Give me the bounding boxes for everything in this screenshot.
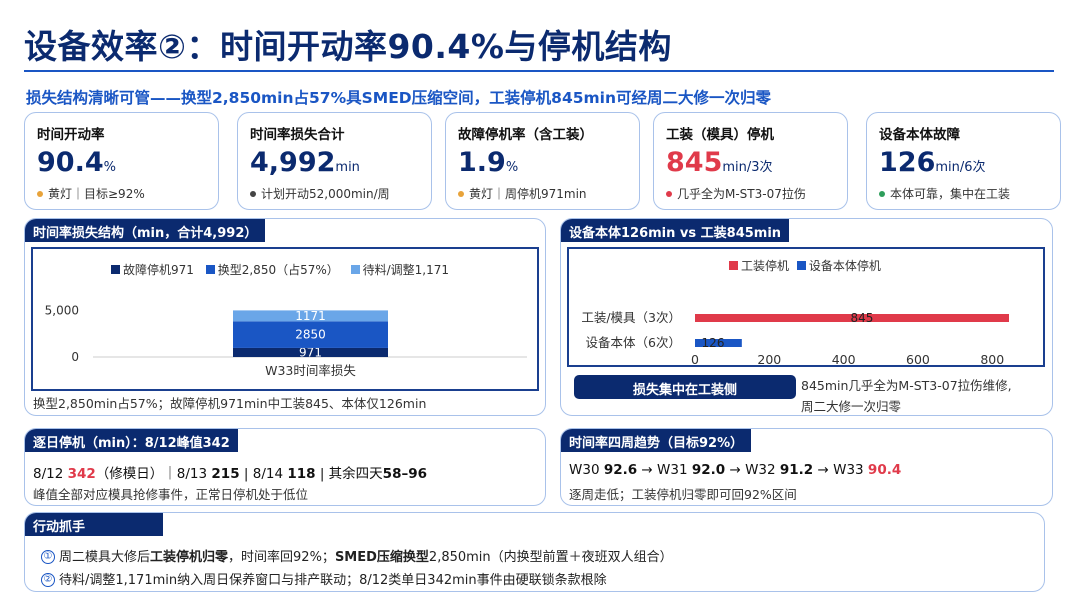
y-tick-label: 工装/模具（3次） xyxy=(581,310,681,325)
data-label: 845 xyxy=(851,311,874,325)
stacked-bar-chart-frame: 故障停机971 换型2,850（占57%） 待料/调整1,171 0 5,000 9… xyxy=(31,247,539,391)
kpi-value: 1.9 xyxy=(458,147,506,178)
data-label: 2850 xyxy=(295,328,326,342)
kpi-note: 几乎全为M-ST3-07拉伤 xyxy=(677,187,806,201)
kpi-value: 126 xyxy=(879,147,936,178)
horizontal-bar-chart: 工装/模具（3次） 设备本体（6次） 845 1260 200 400 600 800 xyxy=(581,310,1009,365)
x-tick-label: W33时间率损失 xyxy=(265,363,356,378)
kpi-card-tooling-downtime: 工装（模具）停机 845min/3次 几乎全为M-ST3-07拉伤 xyxy=(653,112,848,210)
panel-header: 逐日停机（min）：8/12峰值342 xyxy=(25,429,238,452)
kpi-label: 工装（模具）停机 xyxy=(666,127,774,143)
x-tick-label: 0 xyxy=(691,352,699,365)
panel-header: 设备本体126min vs 工装845min xyxy=(561,219,790,242)
trend-panel: 时间率四周趋势（目标92%） W30 92.6 → W31 92.0 → W32… xyxy=(560,428,1053,506)
panel-header: 时间率四周趋势（目标92%） xyxy=(561,429,752,452)
trend-values-line: W30 92.6 → W31 92.0 → W32 91.2 → W33 90.… xyxy=(569,462,902,478)
kpi-unit: min xyxy=(335,160,360,175)
kpi-card-equipment-failure: 设备本体故障 126min/6次 本体可靠，集中在工装 xyxy=(866,112,1061,210)
kpi-value: 845 xyxy=(666,147,723,178)
kpi-unit: % xyxy=(505,160,519,175)
kpi-label: 设备本体故障 xyxy=(879,127,960,143)
status-dot-icon xyxy=(250,190,256,197)
number-one-icon: ① xyxy=(41,549,55,564)
title-divider xyxy=(24,70,1054,72)
y-tick-label: 5,000 xyxy=(45,303,79,317)
status-dot-icon xyxy=(666,190,672,197)
loss-focus-button[interactable]: 损失集中在工装侧 xyxy=(574,375,796,399)
loss-structure-panel: 时间率损失结构（min，合计4,992） 故障停机971 换型2,850（占57… xyxy=(24,218,546,416)
x-tick-label: 400 xyxy=(832,352,856,365)
y-tick-label: 0 xyxy=(71,350,79,364)
horizontal-bar-chart-frame: 工装停机 设备本体停机 工装/模具（3次） 设备本体（6次） 845 126 0 200 4… xyxy=(567,247,1045,367)
panel-header: 行动抓手 xyxy=(25,513,163,536)
number-two-icon: ② xyxy=(41,572,55,587)
kpi-card-total-loss: 时间率损失合计 4,992min 计划开动52,000min/周 xyxy=(237,112,432,210)
page-subtitle: 损失结构清晰可管——换型2,850min占57%具SMED压缩空间，工装停机84… xyxy=(26,89,772,107)
status-dot-icon xyxy=(879,190,885,197)
kpi-note: 黄灯｜目标≥92% xyxy=(48,187,145,201)
y-tick-label: 设备本体（6次） xyxy=(586,335,681,350)
data-label: 126 xyxy=(702,336,725,350)
kpi-value: 90.4 xyxy=(37,147,104,178)
x-tick-label: 600 xyxy=(906,352,930,365)
daily-values-line: 8/12 342（修模日）｜8/13 215 | 8/14 118 | 其余四天… xyxy=(33,466,427,482)
action-item-1: ① 周二模具大修后工装停机归零，时间率回92%；SMED压缩换型2,850min（… xyxy=(41,546,673,565)
loss-caption: 换型2,850min占57%；故障停机971min中工装845、本体仅126mi… xyxy=(33,396,427,411)
kpi-note: 计划开动52,000min/周 xyxy=(261,187,390,201)
kpi-card-operating-rate: 时间开动率 90.4% 黄灯｜目标≥92% xyxy=(24,112,219,210)
compare-note-line2: 周二大修一次归零 xyxy=(801,399,902,414)
status-dot-icon xyxy=(458,190,464,197)
daily-downtime-panel: 逐日停机（min）：8/12峰值342 8/12 342（修模日）｜8/13 2… xyxy=(24,428,546,506)
kpi-card-failure-rate: 故障停机率（含工装） 1.9% 黄灯｜周停机971min xyxy=(445,112,640,210)
kpi-unit: % xyxy=(103,160,116,175)
kpi-unit: min/6次 xyxy=(935,160,986,175)
panel-header: 时间率损失结构（min，合计4,992） xyxy=(25,219,266,242)
kpi-note: 本体可靠，集中在工装 xyxy=(890,187,1011,201)
kpi-value: 4,992 xyxy=(250,147,336,178)
page-title: 设备效率②：时间开动率90.4%与停机结构 xyxy=(24,27,672,66)
x-tick-label: 800 xyxy=(980,352,1004,365)
kpi-label: 故障停机率（含工装） xyxy=(458,127,593,143)
peak-value: 342 xyxy=(67,466,96,482)
kpi-label: 时间开动率 xyxy=(37,127,105,143)
x-tick-label: 200 xyxy=(757,352,781,365)
compare-note-line1: 845min几乎全为M-ST3-07拉伤维修, xyxy=(801,378,1012,393)
data-label: 1171 xyxy=(295,309,326,323)
status-dot-icon xyxy=(37,190,43,197)
action-item-2: ② 待料/调整1,171min纳入周日保养窗口与排产联动；8/12类单日342mi… xyxy=(41,569,607,588)
current-week-value: 90.4 xyxy=(867,462,902,478)
stacked-bar-chart: 05,00097128501171W33时间率损失 xyxy=(45,303,527,378)
trend-caption: 逐周走低；工装停机归零即可回92%区间 xyxy=(569,487,797,502)
compare-panel: 设备本体126min vs 工装845min 工装停机 设备本体停机 工装/模具… xyxy=(560,218,1053,416)
actions-panel: 行动抓手 ① 周二模具大修后工装停机归零，时间率回92%；SMED压缩换型2,85… xyxy=(24,512,1045,592)
kpi-label: 时间率损失合计 xyxy=(250,127,345,143)
daily-caption: 峰值全部对应模具抢修事件，正常日停机处于低位 xyxy=(33,487,309,502)
kpi-unit: min/3次 xyxy=(722,160,773,175)
kpi-note: 黄灯｜周停机971min xyxy=(469,187,587,201)
